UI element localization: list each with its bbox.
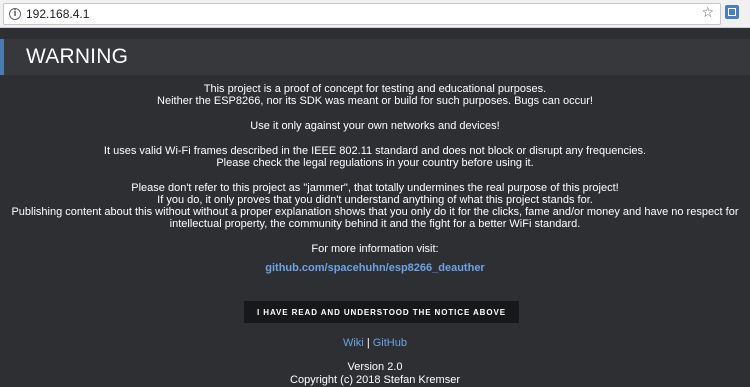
- notice-paragraph-4: Please don't refer to this project as "j…: [0, 182, 750, 230]
- notice-paragraph-3: It uses valid Wi-Fi frames described in …: [0, 145, 750, 169]
- extension-icon[interactable]: [725, 5, 739, 19]
- notice-line: intellectual property, the community beh…: [169, 218, 581, 230]
- notice-line: It uses valid Wi-Fi frames described in …: [103, 145, 647, 157]
- copyright-text: Copyright (c) 2018 Stefan Kremser: [290, 374, 460, 386]
- warning-header: WARNING: [0, 39, 750, 75]
- browser-toolbar: i 192.168.4.1 ☆: [0, 0, 750, 28]
- notice-line: Publishing content about this without wi…: [11, 206, 739, 218]
- page-content: WARNING This project is a proof of conce…: [0, 28, 750, 387]
- version-text: Version 2.0: [347, 361, 403, 373]
- repo-link[interactable]: github.com/spacehuhn/esp8266_deauther: [0, 262, 750, 274]
- more-info-label: For more information visit:: [311, 243, 439, 255]
- notice-line: Please don't refer to this project as "j…: [131, 182, 619, 194]
- wiki-link[interactable]: Wiki: [343, 337, 364, 349]
- notice-line: Neither the ESP8266, nor its SDK was mea…: [157, 95, 593, 107]
- page-title: WARNING: [26, 45, 129, 68]
- notice-line: If you do, it only proves that you didn'…: [157, 194, 593, 206]
- url-text[interactable]: 192.168.4.1: [26, 7, 89, 21]
- star-icon[interactable]: ☆: [701, 5, 714, 21]
- footer-separator: |: [366, 337, 370, 349]
- github-link[interactable]: GitHub: [373, 337, 407, 349]
- notice-line: Please check the legal regulations in yo…: [216, 157, 534, 169]
- notice-line: Use it only against your own networks an…: [250, 120, 500, 132]
- footer-links: Wiki | GitHub: [0, 337, 750, 349]
- address-bar[interactable]: i 192.168.4.1 ☆: [3, 3, 721, 25]
- notice-paragraph-1: This project is a proof of concept for t…: [0, 83, 750, 107]
- notice-paragraph-2: Use it only against your own networks an…: [0, 120, 750, 132]
- info-icon[interactable]: i: [9, 8, 21, 20]
- notice-line: This project is a proof of concept for t…: [203, 83, 547, 95]
- acknowledge-button[interactable]: I HAVE READ AND UNDERSTOOD THE NOTICE AB…: [244, 301, 519, 323]
